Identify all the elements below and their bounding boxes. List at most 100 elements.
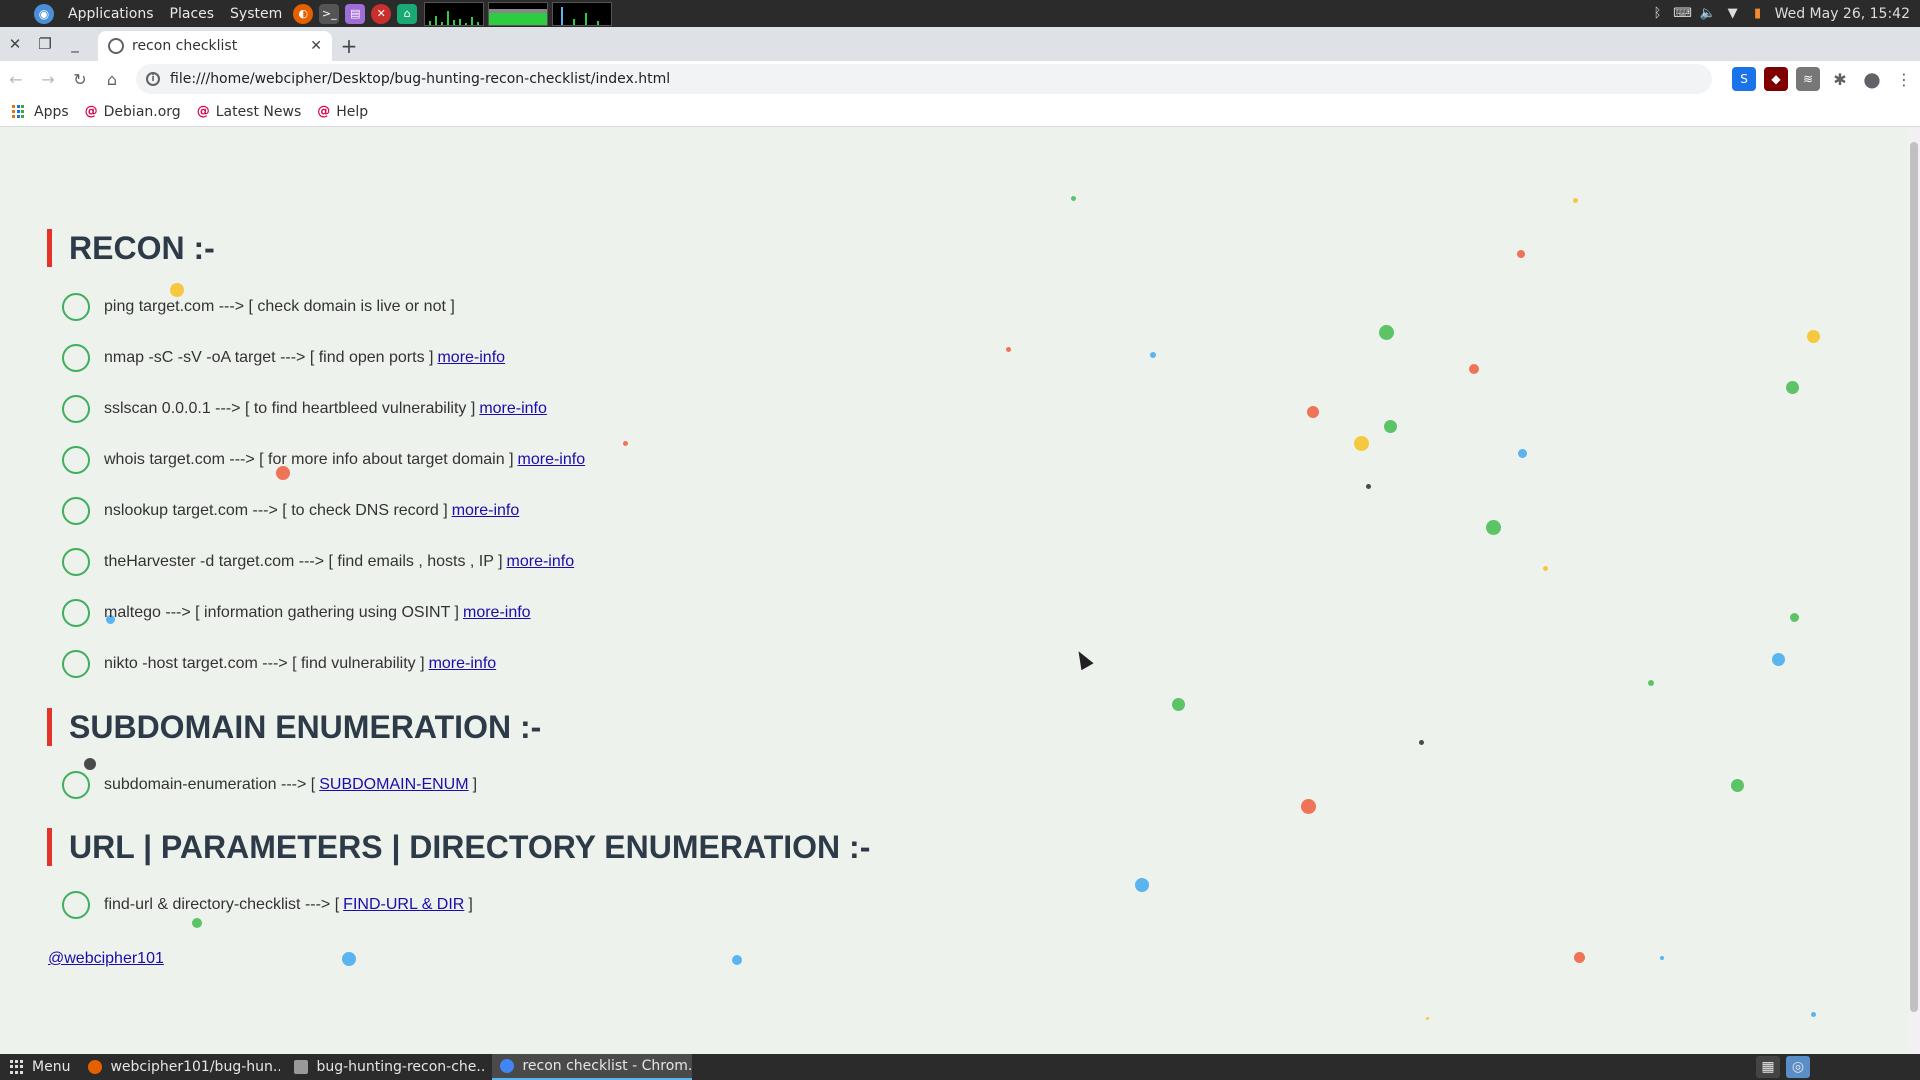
wappalyzer-extension-icon[interactable]: ≋ [1796,67,1820,91]
tab-close-icon[interactable]: ✕ [310,38,322,54]
forward-arrow-icon[interactable]: → [32,63,64,95]
system-menu[interactable]: System [222,0,290,27]
tab-title: recon checklist [132,38,238,54]
checkbox-circle[interactable] [62,891,90,919]
subdomain-enum-link[interactable]: SUBDOMAIN-ENUM [319,776,468,794]
bookmark-latest-news[interactable]: @ Latest News [197,104,302,120]
particle-dot [1135,878,1149,892]
site-info-icon[interactable]: i [146,72,160,86]
home-icon[interactable]: ⌂ [96,63,128,95]
clock[interactable]: Wed May 26, 15:42 [1775,6,1910,22]
page-scrollbar[interactable] [1908,128,1920,1054]
system-top-panel: ◉ Applications Places System ◐ >_ ▤ ✕ ⌂ … [0,0,1920,27]
checkbox-circle[interactable] [62,446,90,474]
taskbar-item-file-manager[interactable]: bug-hunting-recon-che... [286,1054,486,1080]
volume-icon[interactable]: 🔈 [1699,6,1715,22]
firefox-icon [88,1060,103,1074]
taskbar-item-firefox[interactable]: webcipher101/bug-hun... [80,1054,280,1080]
section-title-recon: RECON :- [47,229,215,267]
more-info-link[interactable]: more-info [463,604,531,622]
particle-dot [1307,406,1319,418]
skype-extension-icon[interactable]: S [1732,67,1756,91]
back-arrow-icon[interactable]: ← [0,63,32,95]
particle-dot [1648,680,1654,686]
reload-icon[interactable]: ↻ [64,63,96,95]
bookmark-apps[interactable]: Apps [12,104,69,120]
new-tab-plus-icon[interactable]: + [332,31,366,61]
checkbox-circle[interactable] [62,548,90,576]
url-text[interactable]: file:///home/webcipher/Desktop/bug-hunti… [170,71,670,87]
particle-dot [1006,347,1011,352]
text-editor-launcher-icon[interactable]: ▤ [345,3,366,24]
burp-launcher-icon[interactable]: ✕ [371,3,392,24]
taskbar-menu-button[interactable]: Menu [0,1054,80,1080]
more-info-link[interactable]: more-info [429,655,497,673]
address-bar[interactable]: i file:///home/webcipher/Desktop/bug-hun… [136,64,1712,94]
keyboard-icon[interactable]: ⌨ [1673,6,1692,22]
profile-avatar-icon[interactable]: ● [1860,67,1884,91]
extensions-puzzle-icon[interactable]: ✱ [1828,67,1852,91]
particle-dot [1366,484,1371,489]
particle-dot [1301,799,1316,814]
globe-icon [108,38,124,54]
bookmark-help[interactable]: @ Help [317,104,368,120]
applications-menu[interactable]: Applications [60,0,162,27]
particle-dot [1469,364,1479,374]
checkbox-circle[interactable] [62,599,90,627]
ublock-extension-icon[interactable]: ◆ [1764,67,1788,91]
more-info-link[interactable]: more-info [518,451,586,469]
workspace-1-icon[interactable]: ▦ [1756,1056,1780,1078]
checkbox-circle[interactable] [62,395,90,423]
page-content: RECON :- ping target.com ---> [ check do… [0,128,1908,1054]
chrome-icon [500,1059,515,1073]
browser-tab-strip: ✕ ❐ _ recon checklist ✕ + [0,27,1920,61]
places-menu[interactable]: Places [162,0,223,27]
checklist-item: find-url & directory-checklist ---> [ FI… [62,890,473,920]
scrollbar-thumb[interactable] [1910,142,1918,1012]
more-info-link[interactable]: more-info [437,349,505,367]
browser-menu-kebab-icon[interactable]: ⋮ [1892,67,1916,91]
checkbox-circle[interactable] [62,771,90,799]
debian-logo-icon[interactable]: ◉ [34,3,54,24]
tab-recon-checklist[interactable]: recon checklist ✕ [98,31,332,61]
section-title-subdomain-enumeration: SUBDOMAIN ENUMERATION :- [47,708,541,746]
window-minimize-icon[interactable]: _ [60,27,90,61]
author-handle-link[interactable]: @webcipher101 [48,950,164,967]
checkbox-circle[interactable] [62,497,90,525]
system-tray: ᛒ ⌨ 🔈 ▼ ▮ Wed May 26, 15:42 [1650,6,1920,22]
bookmark-debian-org[interactable]: @ Debian.org [85,104,181,120]
wifi-icon[interactable]: ▼ [1725,6,1741,22]
bluetooth-icon[interactable]: ᛒ [1650,6,1666,22]
checkbox-circle[interactable] [62,293,90,321]
more-info-link[interactable]: more-info [479,400,547,418]
firefox-launcher-icon[interactable]: ◐ [293,3,314,24]
item-text: find-url & directory-checklist ---> [ [104,896,340,913]
window-close-icon[interactable]: ✕ [0,27,30,61]
particle-dot [1426,1017,1429,1020]
taskbar-item-label: recon checklist - Chrom... [522,1058,693,1074]
bookmark-label: Debian.org [103,103,181,120]
battery-icon[interactable]: ▮ [1750,6,1766,22]
taskbar-item-chrome[interactable]: recon checklist - Chrom... [492,1054,693,1080]
particle-dot [1354,436,1369,451]
apps-grid-icon [12,104,26,119]
particle-dot [1543,566,1548,571]
checkbox-circle[interactable] [62,650,90,678]
particle-dot [732,955,742,965]
checkbox-circle[interactable] [62,344,90,372]
particle-dot [1786,381,1799,394]
more-info-link[interactable]: more-info [507,553,575,571]
window-restore-icon[interactable]: ❐ [30,27,60,61]
item-text: theHarvester -d target.com ---> [ find e… [104,553,503,570]
item-text: maltego ---> [ information gathering usi… [104,604,459,621]
bookmark-label: Help [336,103,369,120]
network-monitor-graph [552,1,613,26]
home-folder-launcher-icon[interactable]: ⌂ [397,3,418,24]
debian-swirl-icon: @ [317,104,331,119]
find-url-dir-link[interactable]: FIND-URL & DIR [343,896,464,914]
workspace-2-icon[interactable]: ◎ [1786,1056,1810,1078]
terminal-launcher-icon[interactable]: >_ [319,3,340,24]
cpu-monitor-graph [424,1,485,26]
more-info-link[interactable]: more-info [452,502,520,520]
particle-dot [1772,653,1785,666]
